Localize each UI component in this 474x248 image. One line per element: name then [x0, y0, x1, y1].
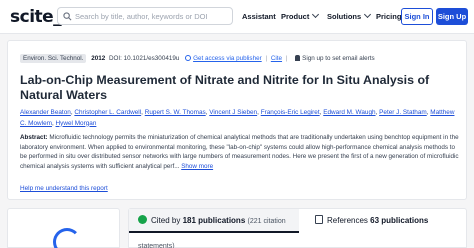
abstract: Abstract: Microfluidic technology permit… [20, 133, 460, 171]
loading-spinner-icon [53, 228, 81, 248]
email-alerts-link[interactable]: Sign up to set email alerts [302, 55, 374, 62]
nav-solutions-label: Solutions [327, 12, 362, 21]
separator: | [265, 55, 268, 62]
sign-in-button[interactable]: Sign In [401, 8, 433, 25]
publication-year: 2012 [91, 55, 106, 62]
cited-by-prefix: Cited by [151, 216, 183, 225]
nav-product-label: Product [281, 12, 310, 21]
side-panel [7, 208, 120, 248]
doi: DOI: 10.1021/es300419u [108, 55, 180, 62]
cite-link[interactable]: Cite [271, 55, 282, 62]
journal-badge[interactable]: Environ. Sci. Technol. [20, 54, 87, 63]
nav-pricing[interactable]: Pricing [376, 12, 401, 21]
top-nav: scite_ Assistant Product Solutions Prici… [0, 0, 474, 34]
globe-icon [185, 55, 192, 61]
abstract-label: Abstract: [20, 134, 48, 141]
access-publisher-link[interactable]: Get access via publisher [193, 55, 262, 62]
nav-product[interactable]: Product [281, 10, 320, 21]
citation-tabs: Cited by 181 publications (221 citation … [128, 208, 467, 248]
tab-cited-by[interactable]: Cited by 181 publications (221 citation … [129, 209, 299, 248]
abstract-text: Microfluidic technology permits the mini… [20, 134, 459, 170]
author-link[interactable]: Peter J. Statham [379, 109, 427, 116]
quote-icon [138, 215, 147, 224]
paper-title: Lab-on-Chip Measurement of Nitrate and N… [20, 73, 430, 102]
author-link[interactable]: Christopher L. Cardwell [74, 109, 141, 116]
author-link[interactable]: Alexander Beaton [20, 109, 71, 116]
paper-meta: Environ. Sci. Technol. 2012 DOI: 10.1021… [20, 54, 375, 63]
chevron-down-icon [312, 10, 320, 19]
tab-references[interactable]: References 63 publications [299, 209, 468, 233]
nav-solutions[interactable]: Solutions [327, 10, 372, 21]
help-report-link[interactable]: Help me understand this report [20, 185, 108, 192]
search-icon [63, 12, 72, 21]
references-count: 63 publications [370, 216, 429, 225]
author-link[interactable]: Vincent J Sieben [209, 109, 257, 116]
search-box[interactable] [57, 7, 233, 25]
references-prefix: References [327, 216, 371, 225]
cited-by-count: 181 publications [182, 216, 246, 225]
author-list: Alexander Beaton, Christopher L. Cardwel… [20, 109, 455, 127]
separator: | [285, 55, 288, 62]
chevron-down-icon [364, 10, 372, 19]
author-link[interactable]: Edward M. Waugh [323, 109, 375, 116]
author-link[interactable]: François-Eric Legiret [261, 109, 320, 116]
author-link[interactable]: Hywel Morgan [56, 120, 97, 127]
search-input[interactable] [75, 9, 230, 24]
show-more-link[interactable]: Show more [181, 163, 213, 170]
author-link[interactable]: Rupert S. W. Thomas [145, 109, 206, 116]
bell-icon [295, 55, 301, 61]
sign-up-button[interactable]: Sign Up [436, 8, 468, 25]
scite-logo[interactable]: scite_ [10, 7, 62, 27]
paper-card: Environ. Sci. Technol. 2012 DOI: 10.1021… [7, 40, 467, 200]
document-icon [315, 215, 323, 224]
nav-assistant[interactable]: Assistant [242, 12, 276, 21]
